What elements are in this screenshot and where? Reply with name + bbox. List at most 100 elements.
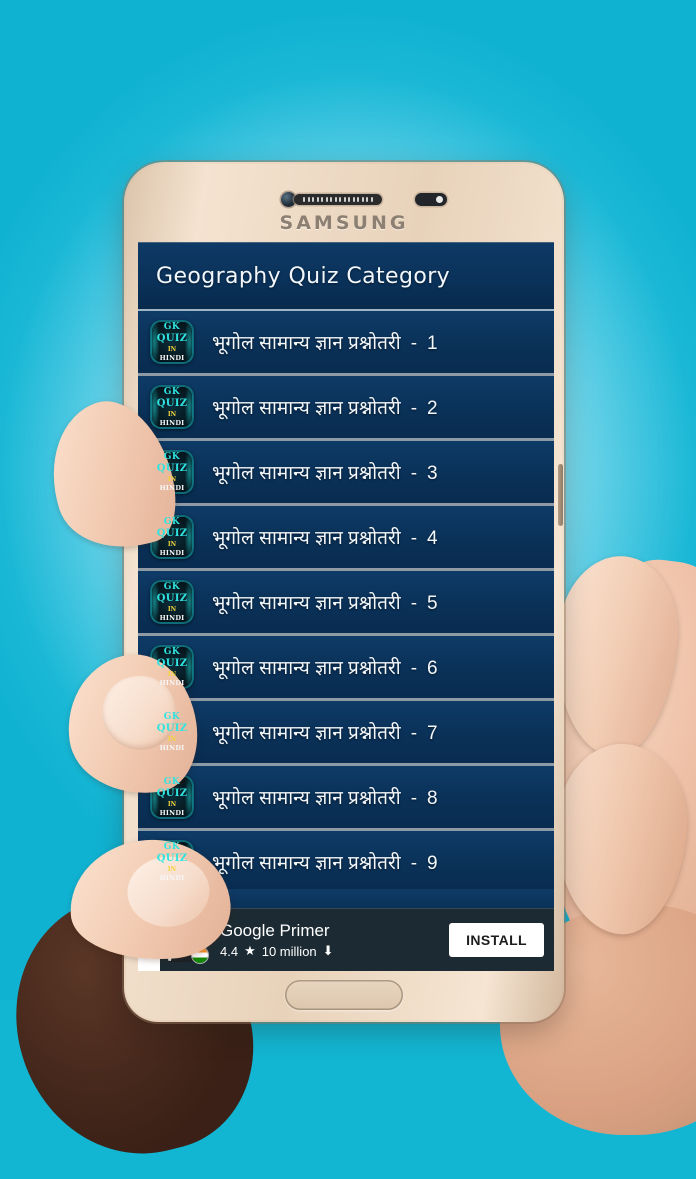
ad-title: Google Primer xyxy=(220,920,330,940)
gk-quiz-icon-label: HINDI xyxy=(159,549,185,558)
gk-quiz-icon-label: QUIZ xyxy=(156,658,188,670)
gk-quiz-icon-label: GK xyxy=(163,517,181,528)
list-item-label: भूगोल सामान्य ज्ञान प्रश्नोतरी -9 xyxy=(212,849,438,875)
gk-quiz-icon-label: GK xyxy=(163,777,181,788)
gk-quiz-icon-label: HINDI xyxy=(159,419,185,428)
proximity-sensor-icon xyxy=(415,193,447,206)
list-item[interactable]: GK QUIZ IN HINDI भूगोल सामान्य ज्ञान प्रश्नो… xyxy=(138,701,554,766)
earpiece-speaker-icon xyxy=(294,194,382,205)
list-item-dash: - xyxy=(410,398,418,419)
gk-quiz-icon-label: IN xyxy=(167,476,177,484)
gk-quiz-icon-label: IN xyxy=(167,541,177,549)
power-button[interactable] xyxy=(558,464,563,526)
list-item-number: 8 xyxy=(427,788,438,809)
list-item-dash: - xyxy=(410,723,418,744)
list-item-dash: - xyxy=(410,853,418,874)
ad-rating: 4.4 xyxy=(220,943,239,959)
gk-quiz-icon-label: GK xyxy=(163,322,181,333)
gk-quiz-icon-label: IN xyxy=(167,736,177,744)
list-item[interactable]: GK QUIZ IN HINDI भूगोल सामान्य ज्ञान प्रश्नो… xyxy=(138,441,554,506)
list-item-number: 2 xyxy=(427,398,438,419)
list-item-label: भूगोल सामान्य ज्ञान प्रश्नोतरी -1 xyxy=(212,329,438,355)
gk-quiz-icon-label: QUIZ xyxy=(156,788,188,800)
gk-quiz-icon-label: HINDI xyxy=(159,809,185,818)
list-item-dash: - xyxy=(410,593,418,614)
gk-quiz-icon: GK QUIZ IN HINDI xyxy=(150,580,194,624)
gk-quiz-icon-label: HINDI xyxy=(159,679,185,688)
list-item[interactable]: GK QUIZ IN HINDI भूगोल सामान्य ज्ञान प्रश्नो… xyxy=(138,376,554,441)
list-item-label: भूगोल सामान्य ज्ञान प्रश्नोतरी -8 xyxy=(212,784,438,810)
ad-text-block: Google Primer 4.4 ★ 10 million ⬇ xyxy=(220,921,449,960)
gk-quiz-icon-label: GK xyxy=(163,452,181,463)
gk-quiz-icon-label: IN xyxy=(167,671,177,679)
phone-brand-label: SAMSUNG xyxy=(279,212,409,234)
gk-quiz-icon-label: IN xyxy=(167,866,177,874)
list-item-number: 4 xyxy=(427,528,438,549)
gk-quiz-icon-label: QUIZ xyxy=(156,593,188,605)
gk-quiz-icon-label: GK xyxy=(163,712,181,723)
gk-quiz-icon-label: HINDI xyxy=(159,874,185,883)
list-item-title: भूगोल सामान्य ज्ञान प्रश्नोतरी xyxy=(212,853,401,874)
list-item[interactable]: GK QUIZ IN HINDI भूगोल सामान्य ज्ञान प्रश्नो… xyxy=(138,636,554,701)
install-button[interactable]: INSTALL xyxy=(449,923,544,957)
gk-quiz-icon-label: QUIZ xyxy=(156,333,188,345)
app-bar: Geography Quiz Category xyxy=(138,243,554,311)
list-item[interactable]: GK QUIZ IN HINDI भूगोल सामान्य ज्ञान प्रश्नो… xyxy=(138,766,554,831)
list-item-title: भूगोल सामान्य ज्ञान प्रश्नोतरी xyxy=(212,723,401,744)
download-icon: ⬇ xyxy=(322,943,334,959)
gk-quiz-icon-label: QUIZ xyxy=(156,853,188,865)
list-item[interactable]: GK QUIZ IN HINDI भूगोल सामान्य ज्ञान प्रश्नो… xyxy=(138,311,554,376)
list-item-dash: - xyxy=(410,658,418,679)
list-item-number: 9 xyxy=(427,853,438,874)
page-title: Geography Quiz Category xyxy=(156,263,451,289)
star-icon: ★ xyxy=(244,943,256,959)
ad-subtitle: 4.4 ★ 10 million ⬇ xyxy=(220,943,449,959)
list-item-title: भूगोल सामान्य ज्ञान प्रश्नोतरी xyxy=(212,463,401,484)
list-item-dash: - xyxy=(410,528,418,549)
list-item-label: भूगोल सामान्य ज्ञान प्रश्नोतरी -3 xyxy=(212,459,438,485)
home-button[interactable] xyxy=(285,980,403,1010)
gk-quiz-icon: GK QUIZ IN HINDI xyxy=(150,320,194,364)
gk-quiz-icon-label: QUIZ xyxy=(156,528,188,540)
gk-quiz-icon-label: IN xyxy=(167,411,177,419)
list-item-number: 5 xyxy=(427,593,438,614)
list-item-label: भूगोल सामान्य ज्ञान प्रश्नोतरी -5 xyxy=(212,589,438,615)
gk-quiz-icon-label: GK xyxy=(163,582,181,593)
gk-quiz-icon-label: IN xyxy=(167,606,177,614)
list-item-dash: - xyxy=(410,333,418,354)
gk-quiz-icon-label: GK xyxy=(163,842,181,853)
list-item-title: भूगोल सामान्य ज्ञान प्रश्नोतरी xyxy=(212,788,401,809)
gk-quiz-icon-label: HINDI xyxy=(159,614,185,623)
list-item-dash: - xyxy=(410,463,418,484)
gk-quiz-icon-label: GK xyxy=(163,387,181,398)
gk-quiz-icon: GK QUIZ IN HINDI xyxy=(150,385,194,429)
gk-quiz-icon-label: QUIZ xyxy=(156,723,188,735)
list-item-number: 7 xyxy=(427,723,438,744)
list-item-label: भूगोल सामान्य ज्ञान प्रश्नोतरी -2 xyxy=(212,394,438,420)
list-item[interactable]: GK QUIZ IN HINDI भूगोल सामान्य ज्ञान प्रश्नो… xyxy=(138,571,554,636)
quiz-category-list[interactable]: GK QUIZ IN HINDI भूगोल सामान्य ज्ञान प्रश्नो… xyxy=(138,311,554,896)
gk-quiz-icon-label: HINDI xyxy=(159,354,185,363)
gk-quiz-icon-label: GK xyxy=(163,647,181,658)
list-item-number: 1 xyxy=(427,333,438,354)
list-item-title: भूगोल सामान्य ज्ञान प्रश्नोतरी xyxy=(212,658,401,679)
list-item-dash: - xyxy=(410,788,418,809)
list-item-title: भूगोल सामान्य ज्ञान प्रश्नोतरी xyxy=(212,398,401,419)
gk-quiz-icon-label: HINDI xyxy=(159,744,185,753)
list-item-label: भूगोल सामान्य ज्ञान प्रश्नोतरी -6 xyxy=(212,654,438,680)
gk-quiz-icon-label: QUIZ xyxy=(156,463,188,475)
list-item-number: 3 xyxy=(427,463,438,484)
list-item-label: भूगोल सामान्य ज्ञान प्रश्नोतरी -7 xyxy=(212,719,438,745)
list-item-number: 6 xyxy=(427,658,438,679)
ad-downloads: 10 million xyxy=(261,943,317,959)
list-item-title: भूगोल सामान्य ज्ञान प्रश्नोतरी xyxy=(212,333,401,354)
gk-quiz-icon-label: IN xyxy=(167,346,177,354)
list-item-title: भूगोल सामान्य ज्ञान प्रश्नोतरी xyxy=(212,528,401,549)
gk-quiz-icon-label: HINDI xyxy=(159,484,185,493)
list-item-title: भूगोल सामान्य ज्ञान प्रश्नोतरी xyxy=(212,593,401,614)
list-item[interactable]: GK QUIZ IN HINDI भूगोल सामान्य ज्ञान प्रश्नो… xyxy=(138,506,554,571)
fingernail xyxy=(125,853,212,930)
gk-quiz-icon-label: QUIZ xyxy=(156,398,188,410)
list-item-label: भूगोल सामान्य ज्ञान प्रश्नोतरी -4 xyxy=(212,524,438,550)
gk-quiz-icon-label: IN xyxy=(167,801,177,809)
